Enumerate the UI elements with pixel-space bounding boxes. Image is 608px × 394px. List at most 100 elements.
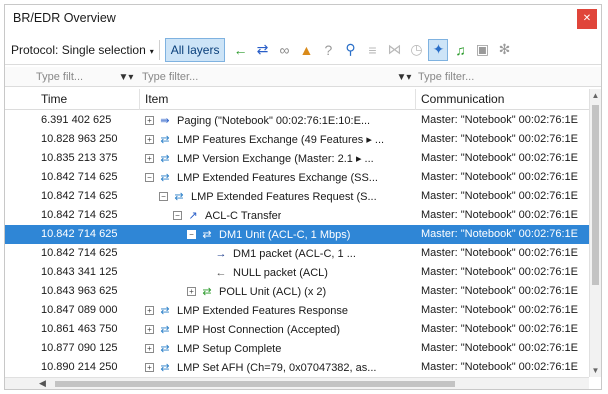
link-icon[interactable]: ∞: [274, 39, 294, 61]
column-divider[interactable]: [415, 89, 416, 110]
table-row[interactable]: 10.877 090 125 + ⇄ LMP Setup Complete Master…: [5, 339, 589, 358]
pin-icon[interactable]: ✦: [428, 38, 449, 61]
funnel-icon[interactable]: ▼▾: [115, 72, 137, 83]
row-communication: Master: "Notebook" 00:02:76:1E: [421, 285, 579, 297]
expand-icon[interactable]: +: [145, 306, 154, 315]
expand-icon[interactable]: +: [145, 135, 154, 144]
row-communication: Master: "Notebook" 00:02:76:1E: [421, 247, 579, 259]
back-arrow-icon[interactable]: ←: [230, 39, 250, 61]
row-communication: Master: "Notebook" 00:02:76:1E: [421, 114, 579, 126]
table-row[interactable]: 10.835 213 375 + ⇄ LMP Version Exchange (Ma…: [5, 149, 589, 168]
swap-arrows-icon[interactable]: ⇄: [252, 39, 272, 61]
row-item: + ⇄ POLL Unit (ACL) (x 2): [145, 283, 417, 300]
row-item-label: LMP Extended Features Request (S...: [191, 190, 377, 203]
row-item: → DM1 packet (ACL-C, 1 ...: [145, 245, 417, 262]
collapse-icon[interactable]: −: [187, 230, 196, 239]
table-row[interactable]: 10.847 089 000 + ⇄ LMP Extended Features Re…: [5, 301, 589, 320]
collapse-icon[interactable]: −: [159, 192, 168, 201]
compare-icon[interactable]: ⋈: [384, 39, 404, 61]
close-button[interactable]: ✕: [577, 9, 597, 29]
table-row[interactable]: 10.828 963 250 + ⇄ LMP Features Exchange (4…: [5, 130, 589, 149]
row-time: 10.847 089 000: [41, 304, 118, 316]
music-icon[interactable]: ♫: [450, 39, 470, 61]
row-item: − ⇄ LMP Extended Features Exchange (SS...: [145, 169, 417, 186]
chevron-down-icon: ▾: [149, 46, 154, 56]
communication-filter-input[interactable]: Type filter...: [415, 71, 595, 83]
row-item-label: LMP Extended Features Exchange (SS...: [177, 171, 378, 184]
collapse-icon[interactable]: −: [145, 173, 154, 182]
scroll-up-icon[interactable]: ▲: [590, 91, 601, 100]
protocol-selector[interactable]: Protocol: Single selection ▾: [5, 43, 154, 57]
row-communication: Master: "Notebook" 00:02:76:1E: [421, 342, 579, 354]
transfer-icon: ⇄: [160, 324, 170, 336]
collapse-icon[interactable]: −: [173, 211, 182, 220]
row-communication: Master: "Notebook" 00:02:76:1E: [421, 171, 579, 183]
transfer-icon: ⇄: [202, 229, 212, 241]
item-filter: Type filter... ▼▾: [139, 69, 415, 85]
window-title: BR/EDR Overview: [13, 11, 116, 25]
row-item: + ⇄ LMP Set AFH (Ch=79, 0x07047382, as...: [145, 359, 417, 376]
row-communication: Master: "Notebook" 00:02:76:1E: [421, 209, 579, 221]
row-time: 10.843 341 125: [41, 266, 118, 278]
scroll-left-icon[interactable]: ◀: [39, 378, 46, 389]
table-row[interactable]: 10.842 714 625 − ↗ ACL-C Transfer Master: "N…: [5, 206, 589, 225]
table-row[interactable]: 6.391 402 625 + ⇛ Paging ("Notebook" 00:02:…: [5, 111, 589, 130]
filter-bar: Type filt... ▼▾ Type filter... ▼▾ Type f…: [5, 67, 601, 87]
row-communication: Master: "Notebook" 00:02:76:1E: [421, 266, 579, 278]
row-item: + ⇄ LMP Version Exchange (Master: 2.1 ▸ ..…: [145, 150, 417, 167]
table-row[interactable]: 10.842 714 625 − ⇄ LMP Extended Features Ex…: [5, 168, 589, 187]
transfer-icon: ⇄: [202, 286, 212, 298]
row-communication: Master: "Notebook" 00:02:76:1E: [421, 323, 579, 335]
time-filter-input[interactable]: Type filt...: [33, 71, 115, 83]
table-row[interactable]: 10.842 714 625 → DM1 packet (ACL-C, 1 ... M…: [5, 244, 589, 263]
row-communication: Master: "Notebook" 00:02:76:1E: [421, 190, 579, 202]
hat-icon[interactable]: ▲: [296, 39, 316, 61]
expand-icon[interactable]: +: [145, 344, 154, 353]
row-item-label: POLL Unit (ACL) (x 2): [219, 285, 327, 298]
vertical-scrollbar[interactable]: ▲ ▼: [589, 89, 601, 377]
row-time: 10.842 714 625: [41, 171, 118, 183]
column-divider[interactable]: [139, 89, 140, 110]
row-item: − ⇄ LMP Extended Features Request (S...: [145, 188, 417, 205]
expand-icon[interactable]: +: [145, 363, 154, 372]
column-header: Time Item Communication: [5, 89, 601, 110]
row-item-label: DM1 packet (ACL-C, 1 ...: [233, 247, 356, 260]
scroll-thumb[interactable]: [592, 105, 599, 285]
scroll-down-icon[interactable]: ▼: [590, 366, 601, 375]
column-time[interactable]: Time: [41, 92, 67, 106]
clock-icon[interactable]: ◷: [406, 39, 426, 61]
table-row[interactable]: 10.842 714 625 − ⇄ DM1 Unit (ACL-C, 1 Mbps)…: [5, 225, 589, 244]
row-item-label: LMP Extended Features Response: [177, 304, 349, 317]
column-item[interactable]: Item: [145, 92, 168, 106]
table-row[interactable]: 10.843 963 625 + ⇄ POLL Unit (ACL) (x 2) Mas…: [5, 282, 589, 301]
row-item: − ⇄ DM1 Unit (ACL-C, 1 Mbps): [145, 226, 417, 243]
horizontal-scroll-thumb[interactable]: [55, 381, 455, 387]
table-row[interactable]: 10.843 341 125 ← NULL packet (ACL) Master: …: [5, 263, 589, 282]
row-time: 6.391 402 625: [41, 114, 112, 126]
table-row[interactable]: 10.861 463 750 + ⇄ LMP Host Connection (Acc…: [5, 320, 589, 339]
expand-icon[interactable]: +: [187, 287, 196, 296]
expand-icon[interactable]: +: [145, 116, 154, 125]
expand-icon[interactable]: +: [145, 325, 154, 334]
table-row[interactable]: 10.842 714 625 − ⇄ LMP Extended Features Re…: [5, 187, 589, 206]
item-filter-input[interactable]: Type filter...: [139, 71, 393, 83]
horizontal-scrollbar[interactable]: ◀: [5, 377, 589, 389]
row-time: 10.842 714 625: [41, 247, 118, 259]
search-icon[interactable]: ⚲: [340, 39, 360, 61]
transfer-icon: ↗: [188, 210, 198, 222]
column-communication[interactable]: Communication: [421, 92, 504, 106]
row-communication: Master: "Notebook" 00:02:76:1E: [421, 304, 579, 316]
transfer-icon: ⇄: [160, 134, 170, 146]
info-icon[interactable]: ?: [318, 39, 338, 61]
expand-icon[interactable]: +: [145, 154, 154, 163]
camera-icon[interactable]: ▣: [472, 39, 492, 61]
transfer-icon: ⇄: [160, 362, 170, 374]
settings-icon[interactable]: ✻: [494, 39, 514, 61]
filter-list-icon[interactable]: ≡: [362, 39, 382, 61]
time-filter: Type filt... ▼▾: [33, 69, 137, 85]
all-layers-button[interactable]: All layers: [164, 37, 226, 62]
funnel-icon[interactable]: ▼▾: [393, 72, 415, 83]
row-item: + ⇛ Paging ("Notebook" 00:02:76:1E:10:E...: [145, 112, 417, 129]
row-item-label: DM1 Unit (ACL-C, 1 Mbps): [219, 228, 351, 241]
table-row[interactable]: 10.890 214 250 + ⇄ LMP Set AFH (Ch=79, 0x07…: [5, 358, 589, 377]
